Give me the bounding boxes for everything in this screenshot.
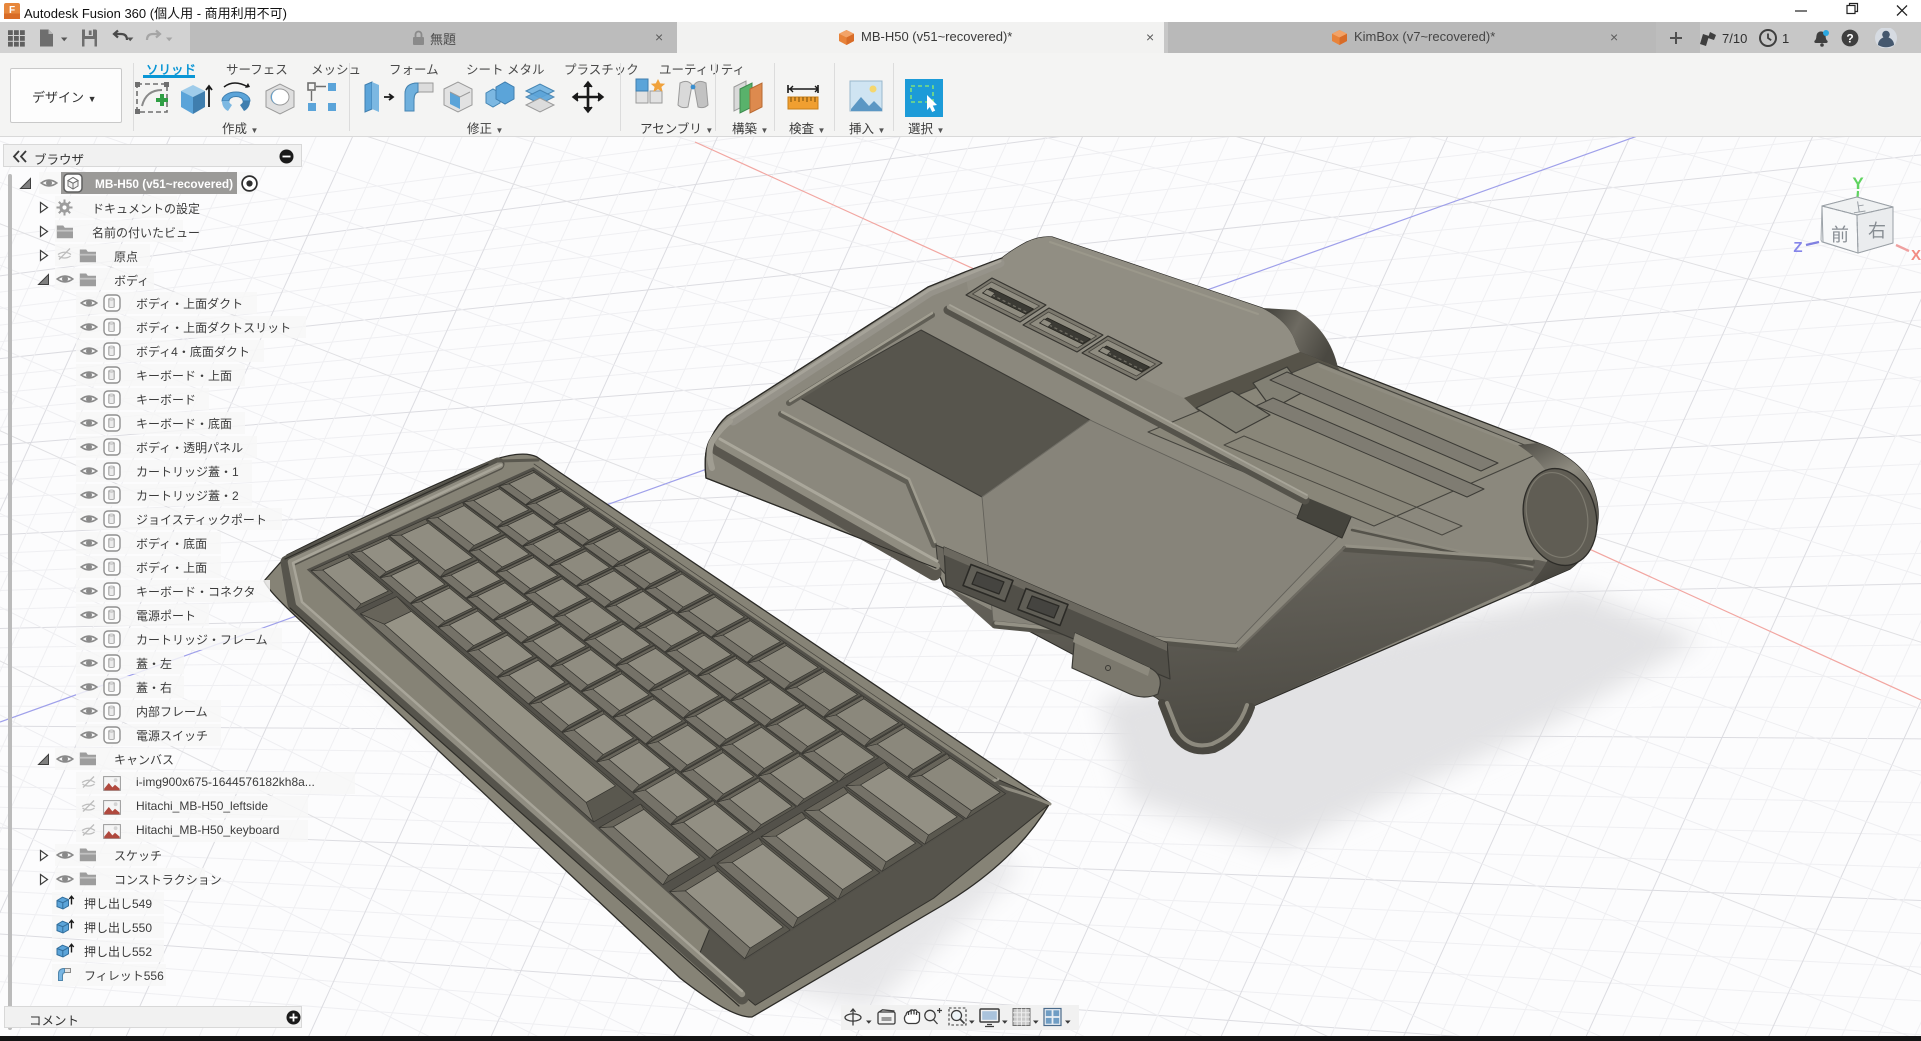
svg-text:?: ?	[1846, 31, 1853, 45]
svg-text:上: 上	[1851, 199, 1866, 216]
svg-text:F: F	[9, 5, 15, 16]
svg-text:1: 1	[1782, 31, 1789, 46]
svg-text:Z: Z	[1793, 239, 1802, 256]
svg-text:右: 右	[1868, 221, 1886, 241]
svg-text:X: X	[1911, 247, 1921, 264]
svg-text:7/10: 7/10	[1722, 31, 1747, 46]
svg-text:前: 前	[1831, 225, 1849, 245]
svg-text:Y: Y	[1852, 174, 1864, 193]
